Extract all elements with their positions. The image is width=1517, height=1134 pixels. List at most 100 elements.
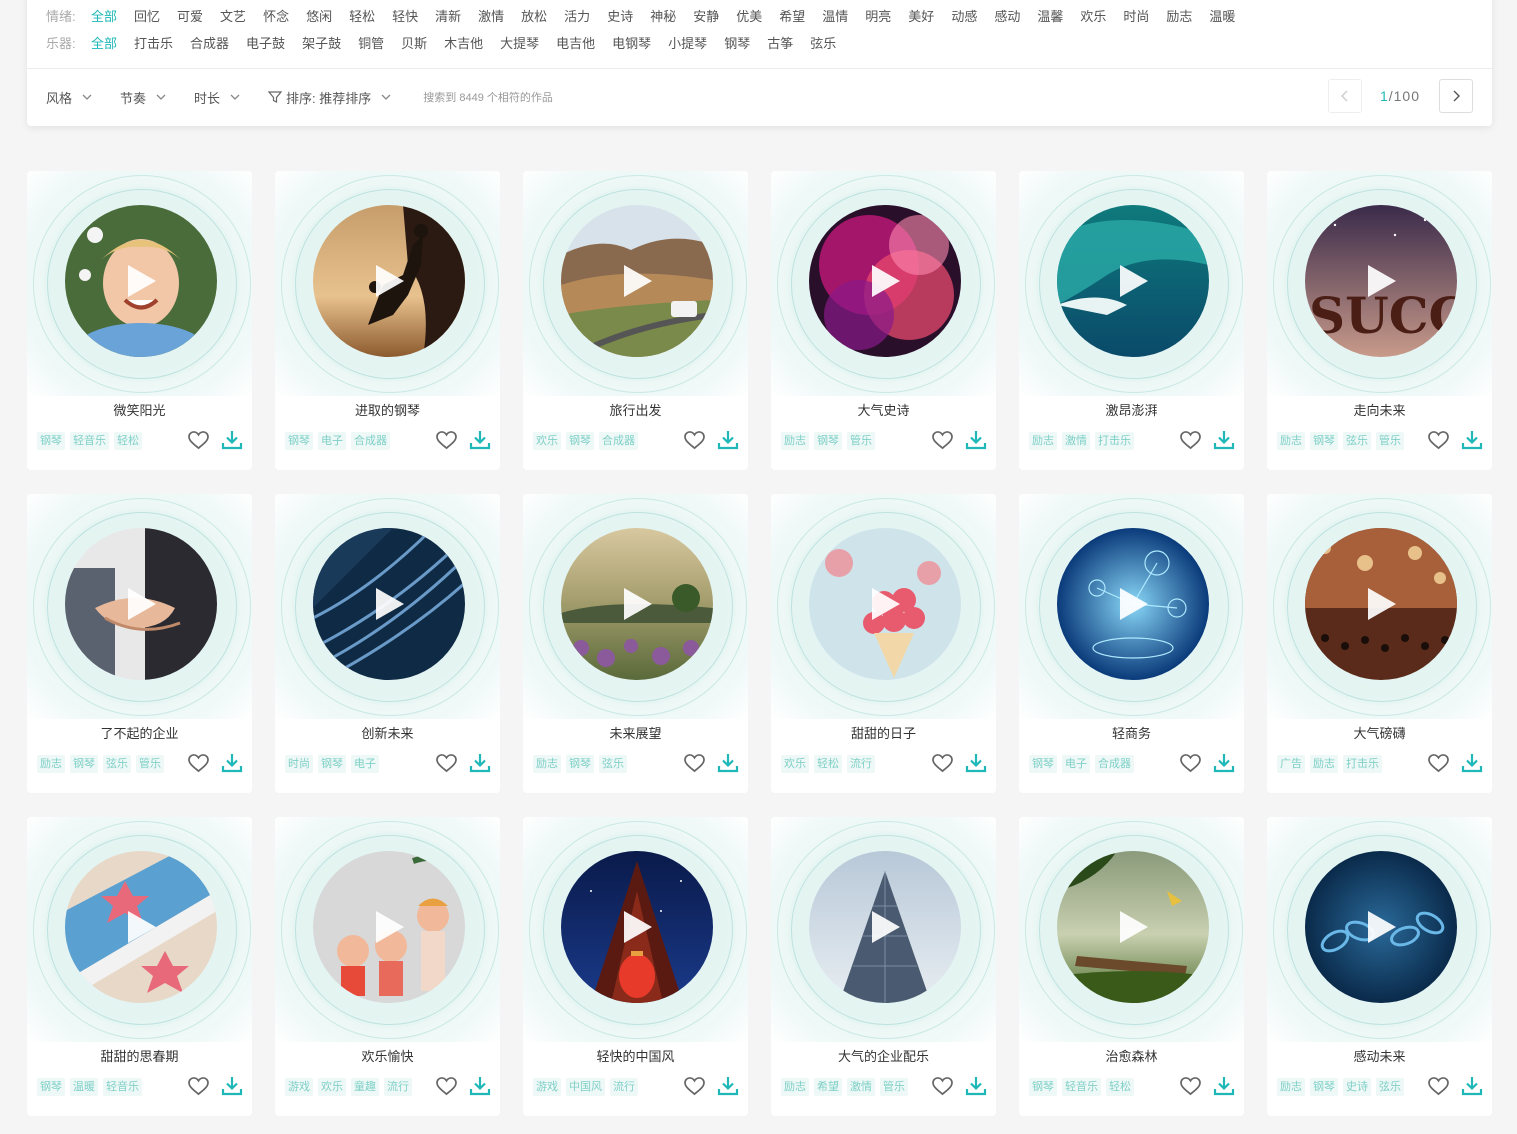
mood-filter-option[interactable]: 文艺 xyxy=(220,6,246,25)
tag[interactable]: 弦乐 xyxy=(103,755,131,773)
heart-icon[interactable] xyxy=(1180,754,1201,773)
tempo-dropdown[interactable]: 节奏 xyxy=(120,88,166,107)
download-icon[interactable] xyxy=(1461,429,1483,451)
card-title[interactable]: 甜甜的思春期 xyxy=(27,1046,252,1065)
tag[interactable]: 激情 xyxy=(847,1078,875,1096)
instrument-filter-option[interactable]: 打击乐 xyxy=(134,33,173,52)
heart-icon[interactable] xyxy=(188,431,209,450)
mood-filter-option[interactable]: 轻松 xyxy=(349,6,375,25)
heart-icon[interactable] xyxy=(1180,431,1201,450)
music-card[interactable]: 轻商务 钢琴 电子 合成器 xyxy=(1019,494,1244,793)
music-card[interactable]: 大气的企业配乐 励志 希望 激情 管乐 xyxy=(771,817,996,1116)
card-title[interactable]: 激昂澎湃 xyxy=(1019,400,1244,419)
tag[interactable]: 电子 xyxy=(1062,755,1090,773)
play-icon[interactable] xyxy=(1114,585,1152,623)
music-card[interactable]: 治愈森林 钢琴 轻音乐 轻松 xyxy=(1019,817,1244,1116)
download-icon[interactable] xyxy=(965,752,987,774)
mood-filter-option[interactable]: 温情 xyxy=(822,6,848,25)
card-title[interactable]: 甜甜的日子 xyxy=(771,723,996,742)
tag[interactable]: 希望 xyxy=(814,1078,842,1096)
play-icon[interactable] xyxy=(1362,908,1400,946)
music-card[interactable]: 大气磅礴 广告 励志 打击乐 xyxy=(1267,494,1492,793)
instrument-filter-option[interactable]: 古筝 xyxy=(767,33,793,52)
tag[interactable]: 电子 xyxy=(318,432,346,450)
heart-icon[interactable] xyxy=(684,754,705,773)
instrument-filter-option[interactable]: 电子鼓 xyxy=(246,33,285,52)
instrument-filter-option[interactable]: 木吉他 xyxy=(444,33,483,52)
heart-icon[interactable] xyxy=(684,431,705,450)
music-card[interactable]: 感动未来 励志 钢琴 史诗 弦乐 xyxy=(1267,817,1492,1116)
tag[interactable]: 温暖 xyxy=(70,1078,98,1096)
instrument-filter-option[interactable]: 弦乐 xyxy=(810,33,836,52)
tag[interactable]: 轻音乐 xyxy=(103,1078,142,1096)
tag[interactable]: 中国风 xyxy=(566,1078,605,1096)
play-icon[interactable] xyxy=(370,908,408,946)
tag[interactable]: 管乐 xyxy=(880,1078,908,1096)
instrument-filter-option[interactable]: 全部 xyxy=(91,33,117,52)
play-icon[interactable] xyxy=(1362,585,1400,623)
instrument-filter-option[interactable]: 电吉他 xyxy=(556,33,595,52)
mood-filter-option[interactable]: 励志 xyxy=(1166,6,1192,25)
tag[interactable]: 钢琴 xyxy=(285,432,313,450)
tag[interactable]: 励志 xyxy=(781,432,809,450)
tag[interactable]: 欢乐 xyxy=(781,755,809,773)
music-card[interactable]: 大气史诗 励志 钢琴 管乐 xyxy=(771,171,996,470)
tag[interactable]: 管乐 xyxy=(847,432,875,450)
download-icon[interactable] xyxy=(221,752,243,774)
tag[interactable]: 钢琴 xyxy=(1029,755,1057,773)
play-icon[interactable] xyxy=(618,585,656,623)
music-card[interactable]: SUCCES走向未来励志钢琴弦乐管乐 xyxy=(1267,171,1492,470)
play-icon[interactable] xyxy=(122,262,160,300)
music-card[interactable]: 微笑阳光 钢琴 轻音乐 轻松 xyxy=(27,171,252,470)
card-title[interactable]: 进取的钢琴 xyxy=(275,400,500,419)
play-icon[interactable] xyxy=(866,262,904,300)
instrument-filter-option[interactable]: 贝斯 xyxy=(401,33,427,52)
music-card[interactable]: 甜甜的思春期 钢琴 温暖 轻音乐 xyxy=(27,817,252,1116)
play-icon[interactable] xyxy=(618,908,656,946)
tag[interactable]: 合成器 xyxy=(599,432,638,450)
mood-filter-option[interactable]: 全部 xyxy=(91,6,117,25)
heart-icon[interactable] xyxy=(436,1077,457,1096)
card-title[interactable]: 治愈森林 xyxy=(1019,1046,1244,1065)
mood-filter-option[interactable]: 轻快 xyxy=(392,6,418,25)
mood-filter-option[interactable]: 欢乐 xyxy=(1080,6,1106,25)
download-icon[interactable] xyxy=(717,752,739,774)
tag[interactable]: 钢琴 xyxy=(566,755,594,773)
instrument-filter-option[interactable]: 铜管 xyxy=(358,33,384,52)
card-title[interactable]: 大气史诗 xyxy=(771,400,996,419)
tag[interactable]: 弦乐 xyxy=(599,755,627,773)
heart-icon[interactable] xyxy=(684,1077,705,1096)
tag[interactable]: 励志 xyxy=(1029,432,1057,450)
mood-filter-option[interactable]: 感动 xyxy=(994,6,1020,25)
download-icon[interactable] xyxy=(1461,752,1483,774)
prev-page-button[interactable] xyxy=(1327,79,1362,113)
card-title[interactable]: 旅行出发 xyxy=(523,400,748,419)
instrument-filter-option[interactable]: 钢琴 xyxy=(724,33,750,52)
card-title[interactable]: 微笑阳光 xyxy=(27,400,252,419)
tag[interactable]: 合成器 xyxy=(351,432,390,450)
tag[interactable]: 钢琴 xyxy=(70,755,98,773)
heart-icon[interactable] xyxy=(1180,1077,1201,1096)
play-icon[interactable] xyxy=(866,585,904,623)
mood-filter-option[interactable]: 动感 xyxy=(951,6,977,25)
mood-filter-option[interactable]: 活力 xyxy=(564,6,590,25)
music-card[interactable]: 轻快的中国风 游戏 中国风 流行 xyxy=(523,817,748,1116)
heart-icon[interactable] xyxy=(188,1077,209,1096)
tag[interactable]: 励志 xyxy=(533,755,561,773)
card-title[interactable]: 欢乐愉快 xyxy=(275,1046,500,1065)
sort-dropdown[interactable]: 排序: 推荐排序 xyxy=(268,88,391,107)
mood-filter-option[interactable]: 神秘 xyxy=(650,6,676,25)
heart-icon[interactable] xyxy=(188,754,209,773)
tag[interactable]: 轻松 xyxy=(814,755,842,773)
play-icon[interactable] xyxy=(122,908,160,946)
mood-filter-option[interactable]: 明亮 xyxy=(865,6,891,25)
play-icon[interactable] xyxy=(1114,908,1152,946)
card-title[interactable]: 感动未来 xyxy=(1267,1046,1492,1065)
tag[interactable]: 钢琴 xyxy=(37,432,65,450)
tag[interactable]: 管乐 xyxy=(136,755,164,773)
tag[interactable]: 钢琴 xyxy=(1310,432,1338,450)
tag[interactable]: 激情 xyxy=(1062,432,1090,450)
tag[interactable]: 轻松 xyxy=(1106,1078,1134,1096)
music-card[interactable]: 激昂澎湃 励志 激情 打击乐 xyxy=(1019,171,1244,470)
play-icon[interactable] xyxy=(370,262,408,300)
